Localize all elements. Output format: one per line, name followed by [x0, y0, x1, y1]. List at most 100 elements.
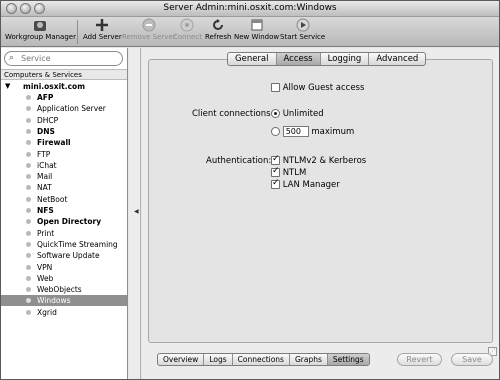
sidebar-item-afp[interactable]: AFP	[1, 92, 127, 103]
service-status-icon	[26, 219, 31, 225]
connect-button[interactable]: Connect	[173, 18, 202, 41]
client-connections-label: Client connections:	[192, 109, 274, 119]
sidebar-item-label: NFS	[37, 206, 54, 215]
sidebar-splitter[interactable]: ◀	[129, 48, 141, 379]
unlimited-row[interactable]: Unlimited	[271, 109, 324, 119]
service-status-icon	[26, 287, 31, 293]
maximum-radio[interactable]	[271, 127, 280, 136]
service-search-box: ⌕	[4, 51, 123, 66]
service-status-icon	[26, 117, 31, 123]
sidebar-item-mail[interactable]: Mail	[1, 171, 127, 182]
tab-general[interactable]: General	[228, 53, 277, 65]
window-title: Server Admin:mini.osxit.com:Windows	[163, 3, 337, 13]
computers-services-header: Computers & Services	[1, 69, 127, 80]
refresh-label: Refresh	[205, 33, 232, 41]
lan-manager-checkbox[interactable]	[271, 178, 280, 189]
add-server-button[interactable]: Add Server	[83, 18, 122, 41]
service-status-icon	[26, 106, 31, 112]
service-status-icon	[26, 151, 31, 157]
service-status-icon	[26, 174, 31, 180]
service-status-icon	[26, 208, 31, 213]
sidebar-item-nat[interactable]: NAT	[1, 182, 127, 193]
add-server-label: Add Server	[83, 33, 122, 41]
server-row[interactable]: ▼ mini.osxit.com	[1, 81, 127, 92]
server-name: mini.osxit.com	[23, 82, 86, 91]
sidebar-item-print[interactable]: Print	[1, 228, 127, 239]
tab-access[interactable]: Access	[276, 53, 321, 65]
sidebar-item-firewall[interactable]: Firewall	[1, 137, 127, 148]
sidebar-item-web[interactable]: Web	[1, 273, 127, 284]
ntlm-label: NTLM	[282, 168, 307, 178]
sidebar-item-application-server[interactable]: Application Server	[1, 103, 127, 114]
tab-overview[interactable]: Overview	[158, 354, 205, 365]
tab-graphs[interactable]: Graphs	[290, 354, 328, 365]
revert-button[interactable]: Revert	[397, 353, 442, 366]
refresh-icon	[211, 18, 225, 32]
settings-panel: Allow Guest access Client connections: U…	[148, 59, 497, 356]
remove-server-icon	[142, 18, 156, 32]
new-window-button[interactable]: New Window	[234, 18, 279, 41]
toolbar: Workgroup Manager Add Server Remove Serv…	[1, 17, 499, 47]
workgroup-manager-button[interactable]: Workgroup Manager	[5, 18, 76, 41]
service-status-icon	[26, 253, 31, 259]
add-server-icon	[95, 18, 109, 32]
start-service-button[interactable]: Start Service	[280, 18, 325, 41]
service-status-icon	[26, 298, 31, 304]
unlimited-radio[interactable]	[271, 109, 280, 118]
sidebar-item-nfs[interactable]: NFS	[1, 205, 127, 216]
maximum-connections-field[interactable]: 500	[282, 126, 309, 137]
sidebar-item-webobjects[interactable]: WebObjects	[1, 284, 127, 295]
save-button[interactable]: Save	[451, 353, 493, 366]
service-status-icon	[26, 241, 31, 247]
sidebar-item-windows[interactable]: Windows	[1, 295, 127, 307]
sidebar-item-label: iChat	[37, 160, 57, 170]
sidebar-item-label: Windows	[37, 296, 71, 306]
tab-advanced[interactable]: Advanced	[369, 53, 425, 65]
sidebar-item-label: Firewall	[37, 138, 71, 148]
remove-server-button[interactable]: Remove Server	[122, 18, 176, 41]
tab-settings[interactable]: Settings	[327, 354, 369, 365]
sidebar-item-label: NetBoot	[37, 194, 68, 204]
toolbar-separator	[77, 20, 78, 44]
connect-icon	[180, 18, 194, 32]
sidebar-item-label: Mail	[37, 172, 53, 182]
workgroup-manager-icon	[33, 18, 47, 32]
maximum-row[interactable]: 500 maximum	[271, 126, 354, 137]
sidebar-item-label: QuickTime Streaming	[37, 239, 118, 249]
authentication-label: Authentication:	[206, 156, 272, 166]
tab-logs[interactable]: Logs	[204, 354, 233, 365]
collapse-arrow-icon[interactable]: ◀	[134, 208, 139, 215]
sidebar-item-ichat[interactable]: iChat	[1, 160, 127, 171]
sidebar-item-dhcp[interactable]: DHCP	[1, 115, 127, 126]
connect-label: Connect	[173, 33, 202, 41]
sidebar-item-open-directory[interactable]: Open Directory	[1, 216, 127, 227]
sidebar-item-label: DNS	[37, 126, 55, 136]
sidebar-item-quicktime-streaming[interactable]: QuickTime Streaming	[1, 239, 127, 250]
service-status-icon	[26, 128, 31, 134]
allow-guest-row[interactable]: Allow Guest access	[271, 83, 364, 93]
sidebar-item-xgrid[interactable]: Xgrid	[1, 307, 127, 318]
ntlm-checkbox[interactable]	[271, 166, 280, 177]
sidebar-item-label: Open Directory	[37, 217, 102, 227]
service-search-input[interactable]	[21, 53, 117, 64]
sidebar-item-netboot[interactable]: NetBoot	[1, 194, 127, 205]
auth-ntlm-row[interactable]: NTLM	[271, 166, 307, 178]
sidebar-item-ftp[interactable]: FTP	[1, 149, 127, 160]
sidebar-item-label: Software Update	[37, 251, 100, 261]
sidebar-item-dns[interactable]: DNS	[1, 126, 127, 137]
sidebar-item-vpn[interactable]: VPN	[1, 262, 127, 273]
service-status-icon	[26, 309, 31, 315]
service-status-icon	[26, 230, 31, 236]
ntlmv2-kerberos-checkbox[interactable]	[271, 154, 280, 165]
tab-logging[interactable]: Logging	[321, 53, 370, 65]
refresh-button[interactable]: Refresh	[205, 18, 231, 41]
start-service-label: Start Service	[280, 33, 326, 41]
auth-ntlmv2-row[interactable]: NTLMv2 & Kerberos	[271, 154, 366, 166]
disclosure-triangle-icon[interactable]: ▼	[5, 81, 10, 92]
start-service-icon	[296, 18, 310, 32]
auth-lanman-row[interactable]: LAN Manager	[271, 178, 340, 190]
allow-guest-label: Allow Guest access	[282, 83, 365, 93]
allow-guest-checkbox[interactable]	[271, 83, 280, 92]
sidebar-item-software-update[interactable]: Software Update	[1, 250, 127, 261]
tab-connections[interactable]: Connections	[233, 354, 290, 365]
